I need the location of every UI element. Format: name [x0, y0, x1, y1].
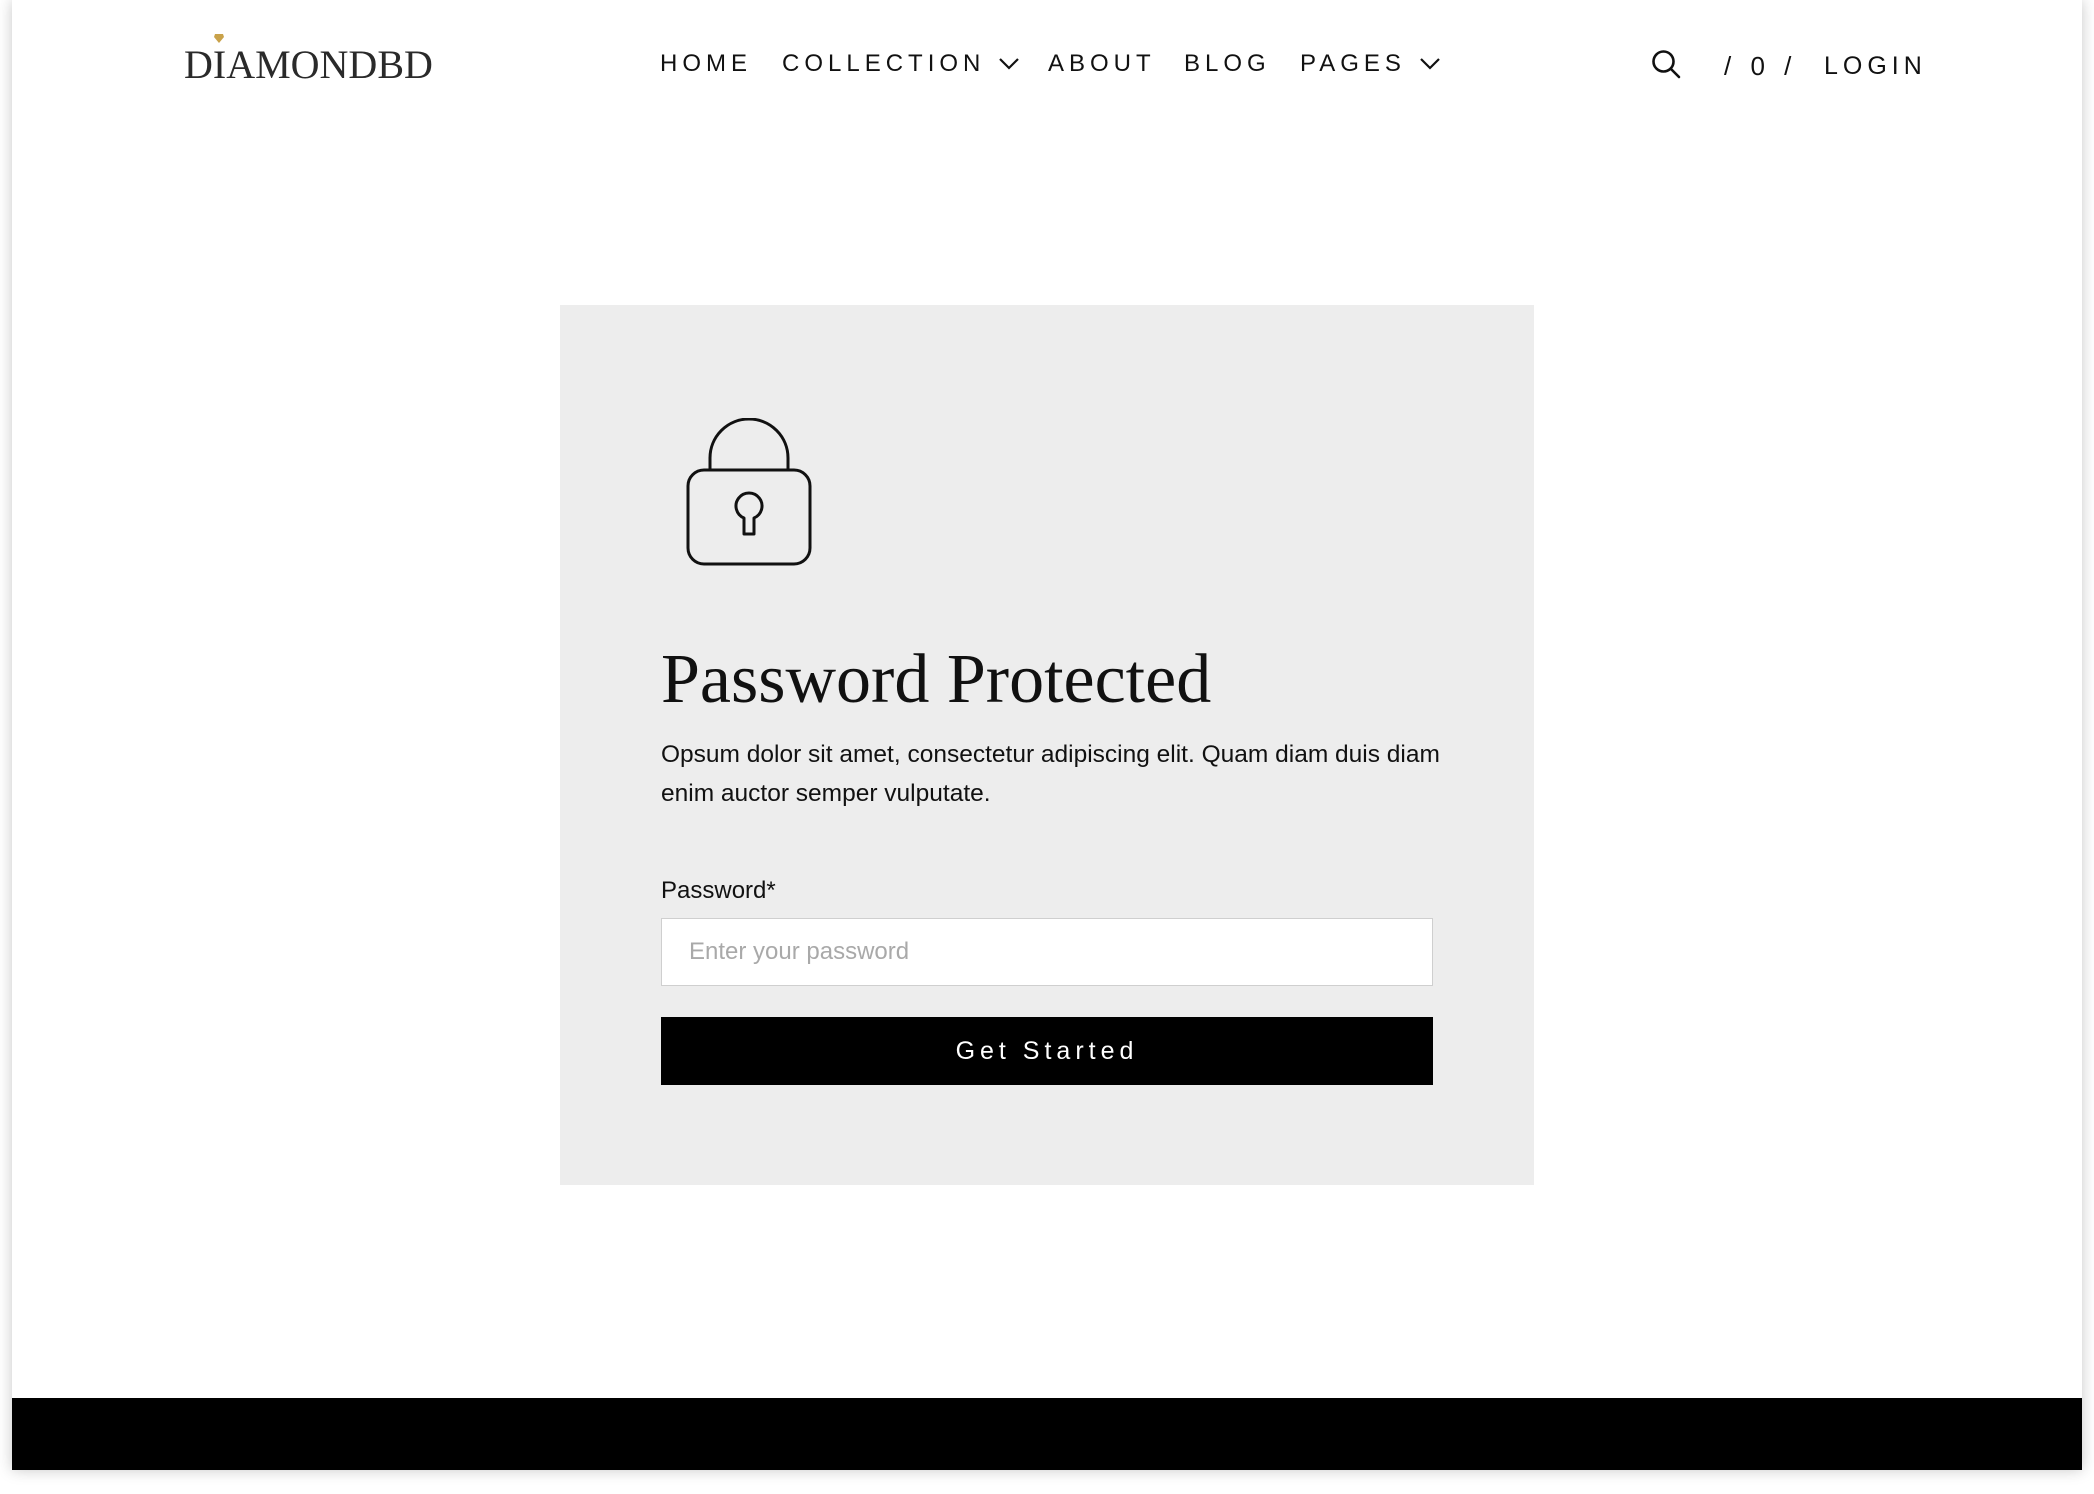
password-label: Password*	[661, 877, 776, 904]
nav-item-blog[interactable]: BLOG	[1184, 46, 1271, 82]
nav-item-label: BLOG	[1184, 50, 1271, 77]
cart-count: / 0 /	[1724, 50, 1798, 81]
search-icon[interactable]	[1650, 48, 1682, 80]
nav-item-label: COLLECTION	[782, 50, 986, 77]
nav-item-home[interactable]: HOME	[660, 46, 752, 82]
chevron-down-icon	[1420, 58, 1440, 70]
site-header: DIAMONDBD HOME COLLECTION ABOUT BLOG PAG…	[12, 0, 2082, 130]
footer-bar	[12, 1398, 2082, 1470]
login-link[interactable]: LOGIN	[1824, 48, 1927, 84]
site-logo[interactable]: DIAMONDBD	[184, 34, 433, 94]
login-label: LOGIN	[1824, 51, 1927, 80]
password-card: Password Protected Opsum dolor sit amet,…	[560, 305, 1534, 1185]
lock-icon	[686, 418, 812, 566]
page: DIAMONDBD HOME COLLECTION ABOUT BLOG PAG…	[12, 0, 2082, 1470]
nav-item-collection[interactable]: COLLECTION	[782, 46, 1021, 82]
nav-item-about[interactable]: ABOUT	[1048, 46, 1156, 82]
chevron-down-icon	[999, 58, 1020, 70]
nav-item-pages[interactable]: PAGES	[1300, 46, 1442, 82]
page-description: Opsum dolor sit amet, consectetur adipis…	[661, 741, 1440, 807]
password-input[interactable]	[661, 918, 1433, 986]
cart-button[interactable]: / 0 /	[1724, 48, 1797, 84]
nav-item-label: HOME	[660, 50, 752, 77]
logo-text: DIAMONDBD	[184, 41, 433, 87]
nav-item-label: PAGES	[1300, 50, 1406, 77]
get-started-button[interactable]: Get Started	[661, 1017, 1433, 1085]
diamond-icon	[214, 34, 224, 43]
nav-item-label: ABOUT	[1048, 50, 1156, 77]
page-title: Password Protected	[661, 641, 1212, 718]
